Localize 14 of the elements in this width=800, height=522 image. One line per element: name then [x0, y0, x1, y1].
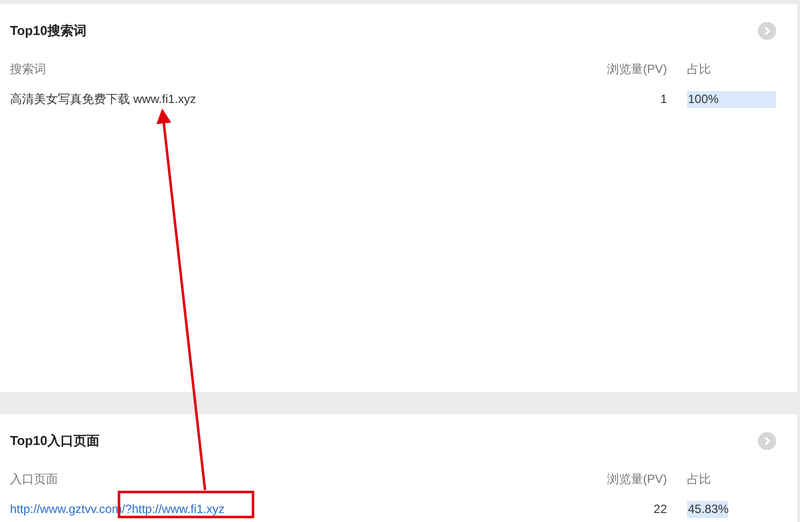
column-header: 搜索词	[10, 60, 47, 78]
table-cell-text: 高清美女写真免费下载 www.fi1.xyz	[10, 90, 198, 108]
column-header: 入口页面	[10, 470, 59, 488]
share-cell: 100%	[687, 90, 776, 108]
column-header: 占比	[687, 60, 712, 78]
table-cell-text: 1	[659, 92, 667, 106]
column-header: 浏览量(PV)	[606, 470, 667, 488]
table-cell-text: 22	[652, 502, 667, 516]
panel-title: Top10搜索词	[10, 22, 86, 40]
column-header: 占比	[687, 470, 712, 488]
chevron-right-icon[interactable]	[758, 22, 776, 40]
panel-title: Top10入口页面	[10, 432, 100, 450]
column-header: 浏览量(PV)	[606, 60, 667, 78]
chevron-right-icon[interactable]	[758, 432, 776, 450]
